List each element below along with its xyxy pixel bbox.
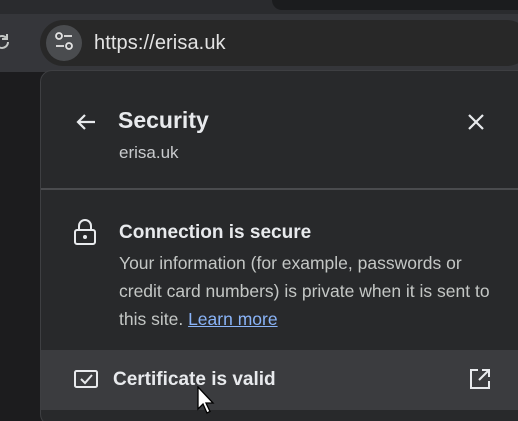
security-panel: Security erisa.uk Connection is secure Y… bbox=[40, 70, 518, 421]
connection-status-title: Connection is secure bbox=[119, 222, 312, 243]
site-info-button[interactable] bbox=[46, 25, 82, 61]
certificate-row[interactable]: Certificate is valid bbox=[41, 350, 518, 410]
tab-edge bbox=[272, 0, 518, 10]
close-button[interactable] bbox=[461, 109, 491, 139]
certificate-icon bbox=[73, 368, 99, 390]
tab-strip bbox=[0, 0, 518, 14]
panel-title: Security bbox=[118, 107, 209, 133]
panel-subtitle: erisa.uk bbox=[119, 143, 179, 162]
learn-more-link[interactable]: Learn more bbox=[188, 309, 278, 329]
close-icon bbox=[466, 112, 486, 137]
back-button[interactable] bbox=[71, 109, 101, 139]
arrow-left-icon bbox=[74, 110, 98, 139]
address-bar[interactable]: https://erisa.uk bbox=[40, 20, 518, 66]
connection-description-text: Your information (for example, passwords… bbox=[119, 253, 490, 329]
mouse-cursor-icon bbox=[197, 385, 217, 416]
url-text[interactable]: https://erisa.uk bbox=[94, 32, 226, 55]
connection-description: Your information (for example, passwords… bbox=[119, 249, 499, 333]
open-in-new-icon[interactable] bbox=[468, 367, 492, 391]
reload-icon[interactable] bbox=[0, 32, 12, 52]
tune-icon bbox=[53, 30, 75, 57]
certificate-label: Certificate is valid bbox=[113, 369, 276, 390]
lock-icon bbox=[73, 218, 97, 246]
browser-toolbar: https://erisa.uk bbox=[0, 14, 518, 72]
divider bbox=[41, 188, 518, 190]
